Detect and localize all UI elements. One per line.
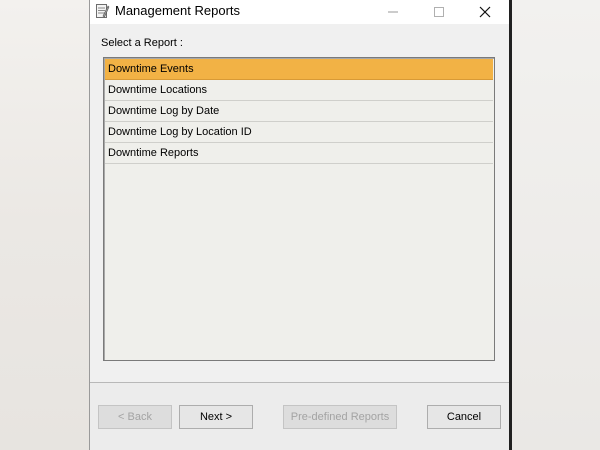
cancel-button[interactable]: Cancel bbox=[427, 405, 501, 429]
close-icon bbox=[479, 6, 491, 18]
report-listbox[interactable]: Downtime Events Downtime Locations Downt… bbox=[103, 57, 495, 361]
report-item-downtime-events[interactable]: Downtime Events bbox=[105, 59, 493, 80]
minimize-button[interactable] bbox=[370, 0, 416, 24]
window-title: Management Reports bbox=[115, 3, 241, 18]
report-item-downtime-locations[interactable]: Downtime Locations bbox=[105, 80, 493, 101]
notepad-icon bbox=[94, 3, 110, 19]
report-item-downtime-log-by-date[interactable]: Downtime Log by Date bbox=[105, 101, 493, 122]
next-button[interactable]: Next > bbox=[179, 405, 253, 429]
desktop-background-left bbox=[0, 0, 90, 450]
title-bar[interactable]: Management Reports bbox=[90, 0, 510, 24]
desktop-background-right bbox=[512, 0, 600, 450]
report-item-downtime-log-by-location-id[interactable]: Downtime Log by Location ID bbox=[105, 122, 493, 143]
management-reports-dialog: Management Reports Select a Report : Dow… bbox=[89, 0, 510, 450]
select-report-label: Select a Report : bbox=[101, 37, 183, 49]
predefined-reports-button[interactable]: Pre-defined Reports bbox=[283, 405, 397, 429]
minimize-icon bbox=[388, 7, 398, 17]
window-edge bbox=[509, 0, 512, 450]
maximize-icon bbox=[434, 7, 444, 17]
report-item-downtime-reports[interactable]: Downtime Reports bbox=[105, 143, 493, 164]
back-button[interactable]: < Back bbox=[98, 405, 172, 429]
maximize-button[interactable] bbox=[416, 0, 462, 24]
close-button[interactable] bbox=[462, 0, 508, 24]
